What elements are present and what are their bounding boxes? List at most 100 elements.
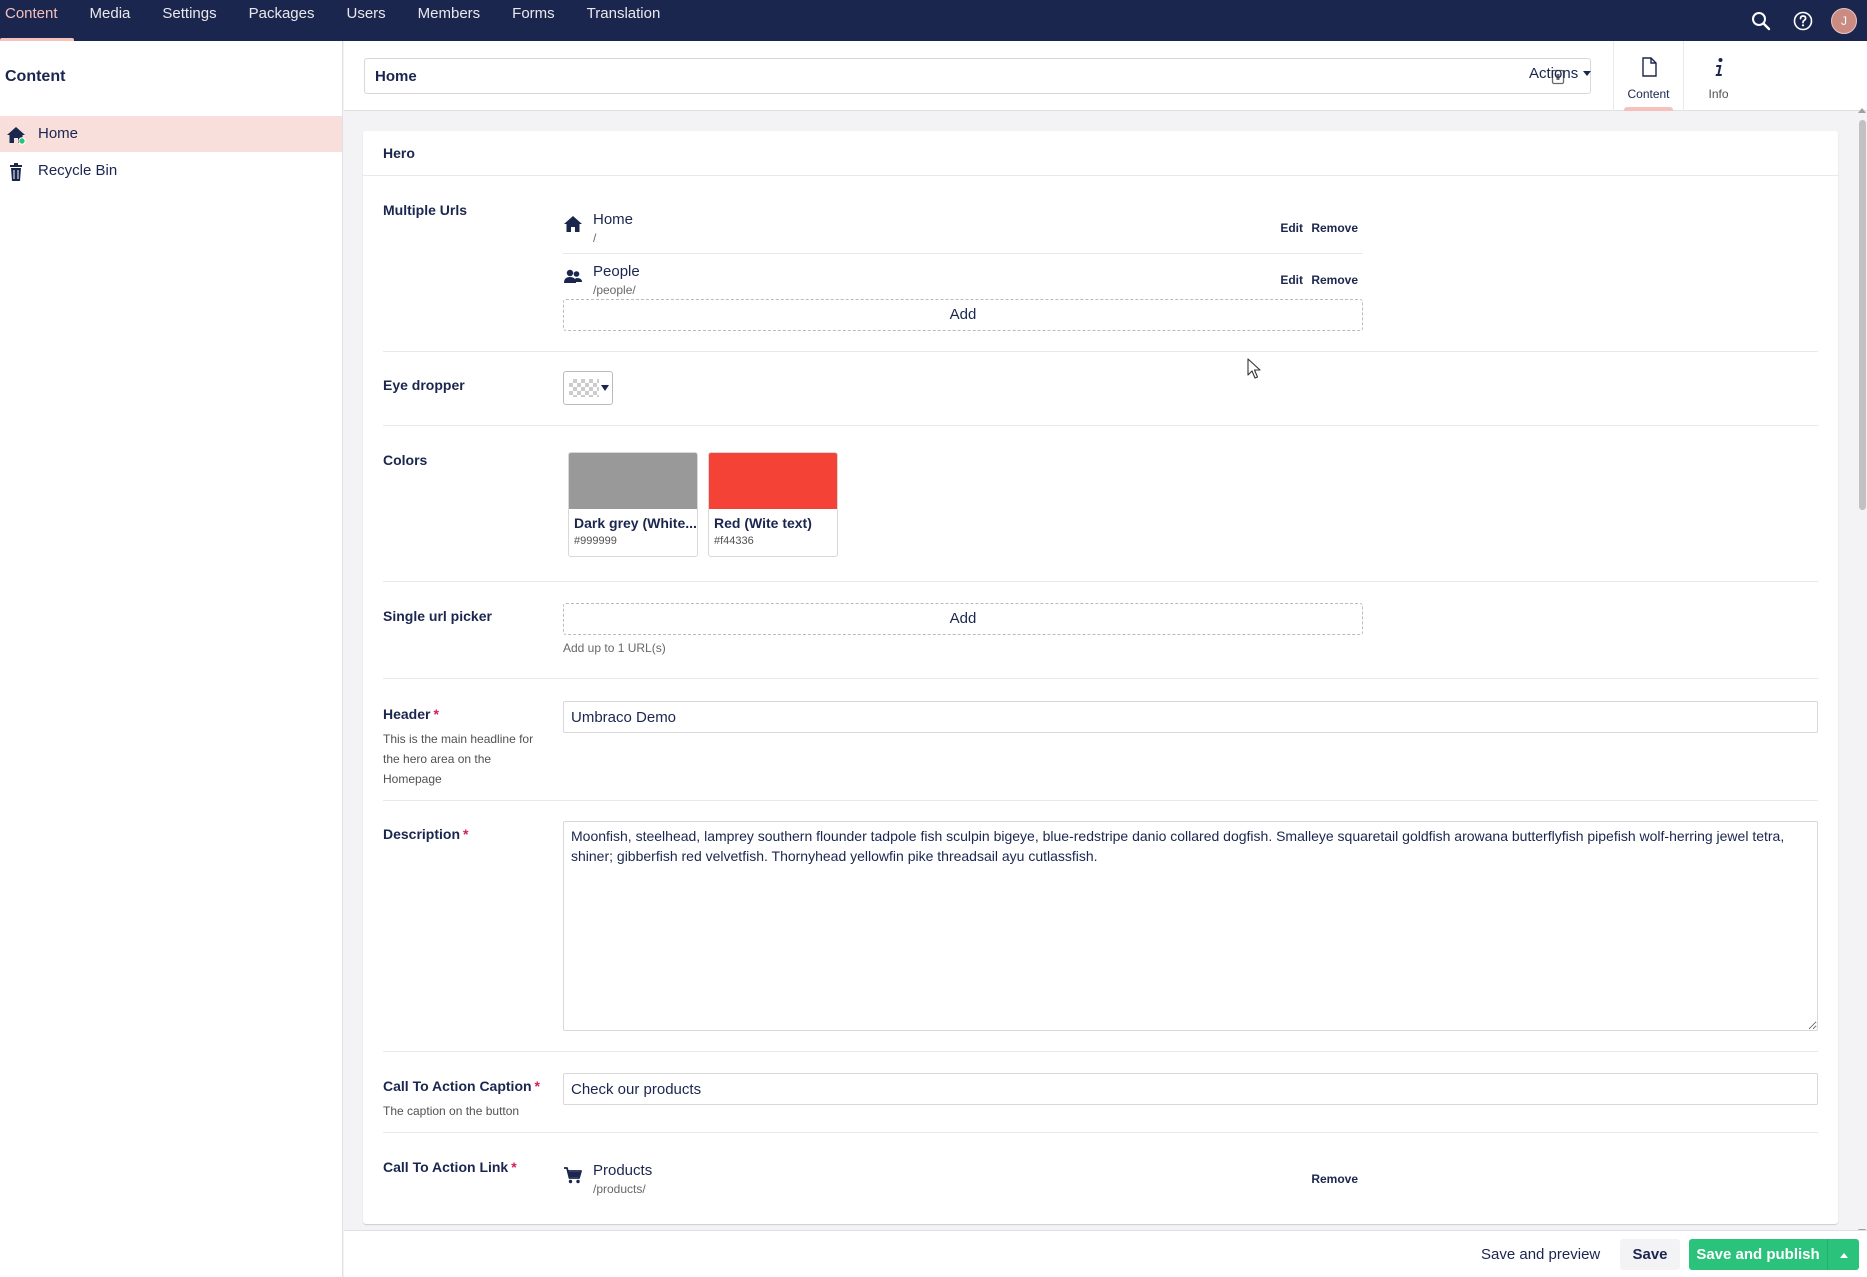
swatch-hex: #f44336 [714,535,754,547]
remove-link-button[interactable]: Remove [1311,1172,1358,1186]
people-icon [563,266,583,286]
save-button[interactable]: Save [1620,1239,1680,1270]
description-textarea[interactable]: Moonfish, steelhead, lamprey southern fl… [563,821,1818,1031]
tree-item-label: Home [38,125,78,142]
remove-link-button[interactable]: Remove [1311,273,1358,287]
property-label-description: Description* [383,826,468,842]
property-divider [383,800,1818,801]
scrollbar-thumb[interactable] [1859,120,1866,510]
url-item-home: Home / Edit Remove [563,202,1363,254]
save-and-preview-button[interactable]: Save and preview [1471,1239,1610,1270]
property-divider [383,581,1818,582]
mouse-cursor-icon [1247,358,1263,380]
swatch-color [709,453,837,509]
required-marker: * [535,1078,540,1094]
property-label-eye-dropper: Eye dropper [383,377,465,393]
help-button[interactable] [1789,7,1817,35]
color-swatch-dark-grey[interactable]: Dark grey (White... #999999 [568,452,698,557]
url-name: Products [593,1162,652,1179]
tree-item-label: Recycle Bin [38,162,117,179]
trash-icon [6,162,26,182]
tree-item-home[interactable]: Home [0,116,342,152]
caret-down-icon [1583,71,1591,76]
nav-forms[interactable]: Forms [496,0,571,41]
group-title: Hero [383,145,415,161]
node-name-value: Home [375,68,417,85]
tab-label: Content [1614,87,1683,101]
swatch-color [569,453,697,509]
editor-scrollbar[interactable] [1857,114,1867,1230]
add-url-button[interactable]: Add [563,299,1363,331]
user-avatar[interactable]: J [1831,8,1857,34]
property-label-multiple-urls: Multiple Urls [383,202,467,218]
property-label-colors: Colors [383,452,427,468]
swatch-hex: #999999 [574,535,617,547]
required-marker: * [511,1159,516,1175]
nav-settings[interactable]: Settings [146,0,232,41]
editor-header: Home Content Info Actions [344,41,1867,111]
node-name-input[interactable]: Home [364,58,1591,94]
property-label-header: Header* [383,706,439,722]
document-icon [1640,57,1658,77]
editor-footer: Save and preview Save Save and publish [344,1230,1867,1277]
color-swatch-red[interactable]: Red (Wite text) #f44336 [708,452,838,557]
nav-media[interactable]: Media [74,0,147,41]
property-description-cta-caption: The caption on the button [383,1101,553,1121]
url-path: /people/ [593,283,636,297]
nav-content[interactable]: Content [0,0,74,41]
edit-link-button[interactable]: Edit [1280,221,1303,235]
label-text: Call To Action Link [383,1159,508,1175]
cart-icon [563,1165,583,1185]
save-and-publish-button[interactable]: Save and publish [1689,1239,1827,1270]
remove-link-button[interactable]: Remove [1311,221,1358,235]
publish-options-button[interactable] [1827,1239,1859,1270]
nav-packages[interactable]: Packages [233,0,331,41]
property-label-cta-caption: Call To Action Caption* [383,1078,540,1094]
tab-label: Info [1684,87,1753,101]
nav-translation[interactable]: Translation [571,0,677,41]
swatch-name: Red (Wite text) [714,515,812,531]
caret-down-icon [601,385,609,391]
scroll-up-arrow-icon[interactable] [1858,108,1866,113]
property-description-header: This is the main headline for the hero a… [383,729,553,789]
home-icon [563,214,583,234]
sidebar-title: Content [5,68,65,86]
property-label-single-url-picker: Single url picker [383,608,492,624]
home-icon [6,125,26,145]
eye-dropper-picker[interactable] [563,371,613,405]
required-marker: * [433,706,438,722]
section-nav: Content Media Settings Packages Users Me… [0,0,676,41]
url-name: Home [593,211,633,228]
header-input[interactable] [563,701,1818,733]
label-text: Description [383,826,460,842]
search-button[interactable] [1747,7,1775,35]
caret-up-icon [1840,1253,1848,1258]
label-text: Call To Action Caption [383,1078,532,1094]
content-tree-sidebar: Content Home Recycle Bin [0,41,343,1277]
hero-group-panel: Hero Multiple Urls Home / Edit Remove Pe… [363,131,1838,1224]
property-divider [383,351,1818,352]
cta-link-item: Products /products/ Remove [563,1153,1363,1205]
nav-users[interactable]: Users [330,0,401,41]
tab-info[interactable]: Info [1683,41,1753,111]
url-path: / [593,231,596,245]
cta-caption-input[interactable] [563,1073,1818,1105]
url-name: People [593,263,640,280]
required-marker: * [463,826,468,842]
property-divider [383,1051,1818,1052]
search-icon [1751,11,1771,31]
help-icon [1793,11,1813,31]
add-single-url-button[interactable]: Add [563,603,1363,635]
swatch-name: Dark grey (White... [574,515,697,531]
nav-members[interactable]: Members [402,0,497,41]
edit-link-button[interactable]: Edit [1280,273,1303,287]
info-icon [1710,57,1728,77]
actions-label: Actions [1529,65,1578,82]
transparent-color-preview [569,379,599,397]
top-navigation: Content Media Settings Packages Users Me… [0,0,1867,41]
tree-item-recycle-bin[interactable]: Recycle Bin [0,153,342,189]
property-label-cta-link: Call To Action Link* [383,1159,517,1175]
property-divider [383,678,1818,679]
tab-content[interactable]: Content [1613,41,1683,111]
actions-dropdown[interactable]: Actions [1529,65,1591,82]
